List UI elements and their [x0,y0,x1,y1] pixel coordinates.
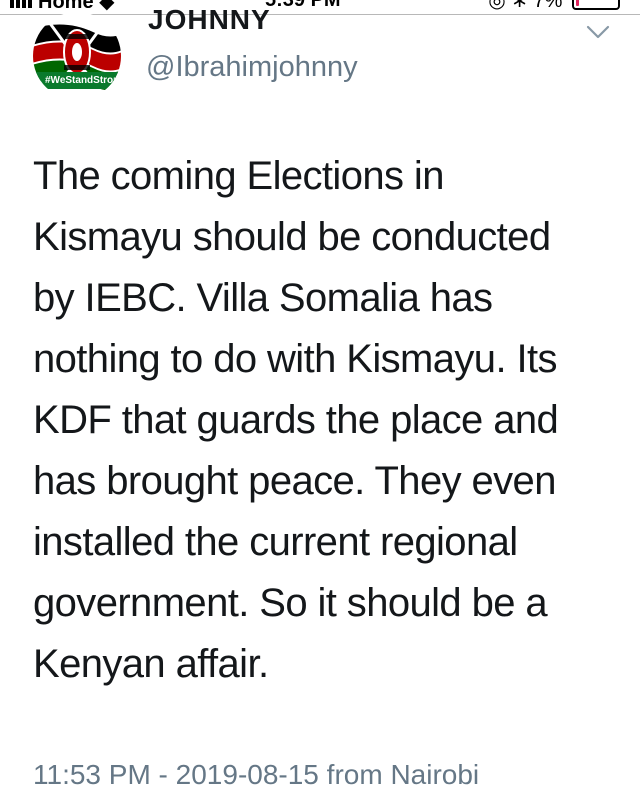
tweet-text-line: nothing to do with Kismayu. Its [33,337,558,381]
display-name[interactable]: JOHNNY [148,4,271,36]
tweet-text-line: The coming Elections in [33,154,444,198]
chevron-down-icon[interactable] [586,22,610,42]
orientation-lock-icon: ◎ [488,0,506,12]
status-bar: Home ◆ 5:39 PM ◎ ∗ 7% [0,0,640,14]
avatar-banner-text: #WeStandStrong [33,72,121,89]
tweet-text-line: has brought peace. They even [33,459,556,503]
battery-percent: 7% [533,0,563,12]
battery-icon [572,0,620,10]
status-left: Home ◆ [10,0,115,14]
tweet-text-line: KDF that guards the place and [33,398,559,442]
carrier-label: Home [38,0,94,13]
tweet-text-line: Kenyan affair. [33,642,269,686]
username[interactable]: @Ibrahimjohnny [146,50,358,84]
tweet-text-line: by IEBC. Villa Somalia has [33,276,493,320]
avatar[interactable]: #WeStandStrong [33,12,121,100]
tweet-text: The coming Elections in Kismayu should b… [33,146,623,695]
tweet-text-line: Kismayu should be conducted [33,215,551,259]
signal-icon [10,0,34,14]
tweet-text-line: installed the current regional [33,520,518,564]
bluetooth-icon: ∗ [511,0,528,12]
tweet-text-line: government. So it should be a [33,581,548,625]
status-divider [0,14,640,15]
status-right: ◎ ∗ 7% [488,0,620,13]
wifi-icon: ◆ [99,0,115,13]
status-time: 5:39 PM [265,0,341,11]
tweet-timestamp: 11:53 PM - 2019-08-15 from Nairobi [33,759,480,790]
